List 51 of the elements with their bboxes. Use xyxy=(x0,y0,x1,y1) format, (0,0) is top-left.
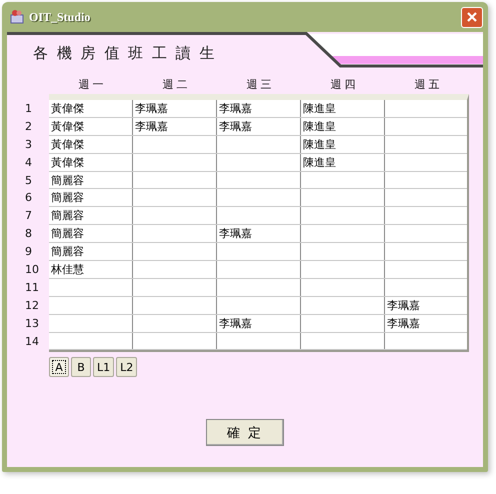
row-number: 5 xyxy=(24,172,33,189)
row-number: 13 xyxy=(24,316,40,332)
row-number: 4 xyxy=(24,154,33,171)
table-cell: 李珮嘉 xyxy=(133,118,217,135)
table-cell: 簡麗容 xyxy=(49,225,133,242)
table-cell: 黃偉傑 xyxy=(49,100,133,117)
column-header: 週 五 xyxy=(413,76,441,92)
column-header: 週 四 xyxy=(329,76,357,92)
page-heading: 各 機 房 值 班 工 讀 生 xyxy=(33,44,216,63)
column-header: 週 二 xyxy=(161,76,189,92)
row-number: 8 xyxy=(24,226,33,242)
table-cell-text: 李珮嘉 xyxy=(386,316,421,332)
table-cell: 簡麗容 xyxy=(49,207,133,224)
row-number: 1 xyxy=(24,101,33,117)
row-number: 6 xyxy=(24,190,33,206)
confirm-button[interactable]: 確 定 xyxy=(206,419,284,446)
row-number: 3 xyxy=(24,136,33,153)
tab[interactable]: L2 xyxy=(116,357,138,378)
row-number: 9 xyxy=(24,244,33,260)
table-cell: 陳進皇 xyxy=(301,100,385,117)
tab[interactable]: B xyxy=(71,357,91,378)
table-cell: 林佳慧 xyxy=(49,261,133,278)
table-cell: 簡麗容 xyxy=(49,189,133,206)
column-header: 週 一 xyxy=(77,76,105,92)
row-number: 14 xyxy=(24,334,40,350)
table-cell: 李珮嘉 xyxy=(217,100,301,117)
column-header: 週 三 xyxy=(245,76,273,92)
table-cell: 簡麗容 xyxy=(49,172,133,188)
table-cell-text: 李珮嘉 xyxy=(386,298,421,314)
table-cell: 黃偉傑 xyxy=(49,136,133,153)
row-number: 2 xyxy=(24,118,33,135)
table-cell: 李珮嘉 xyxy=(217,314,301,332)
table-cell: 黃偉傑 xyxy=(49,118,133,135)
close-icon xyxy=(466,11,478,23)
table-cell: 陳進皇 xyxy=(301,136,385,153)
table-cell: 李珮嘉 xyxy=(133,100,217,117)
table-cell: 簡麗容 xyxy=(49,243,133,260)
row-number: 11 xyxy=(24,280,40,296)
close-button[interactable] xyxy=(461,6,483,28)
table-cell: 李珮嘉 xyxy=(217,225,301,242)
row-number: 10 xyxy=(24,262,40,278)
table-cell: 黃偉傑 xyxy=(49,154,133,171)
table-cell: 李珮嘉 xyxy=(217,118,301,135)
table-cell: 陳進皇 xyxy=(301,154,385,171)
table-cell: 陳進皇 xyxy=(301,118,385,135)
row-number: 7 xyxy=(24,208,33,224)
tab[interactable]: L1 xyxy=(93,357,114,378)
row-number: 12 xyxy=(24,298,40,314)
app-icon xyxy=(9,9,25,25)
window-title: OIT_Studio xyxy=(29,10,90,24)
tab[interactable]: A xyxy=(49,357,69,378)
